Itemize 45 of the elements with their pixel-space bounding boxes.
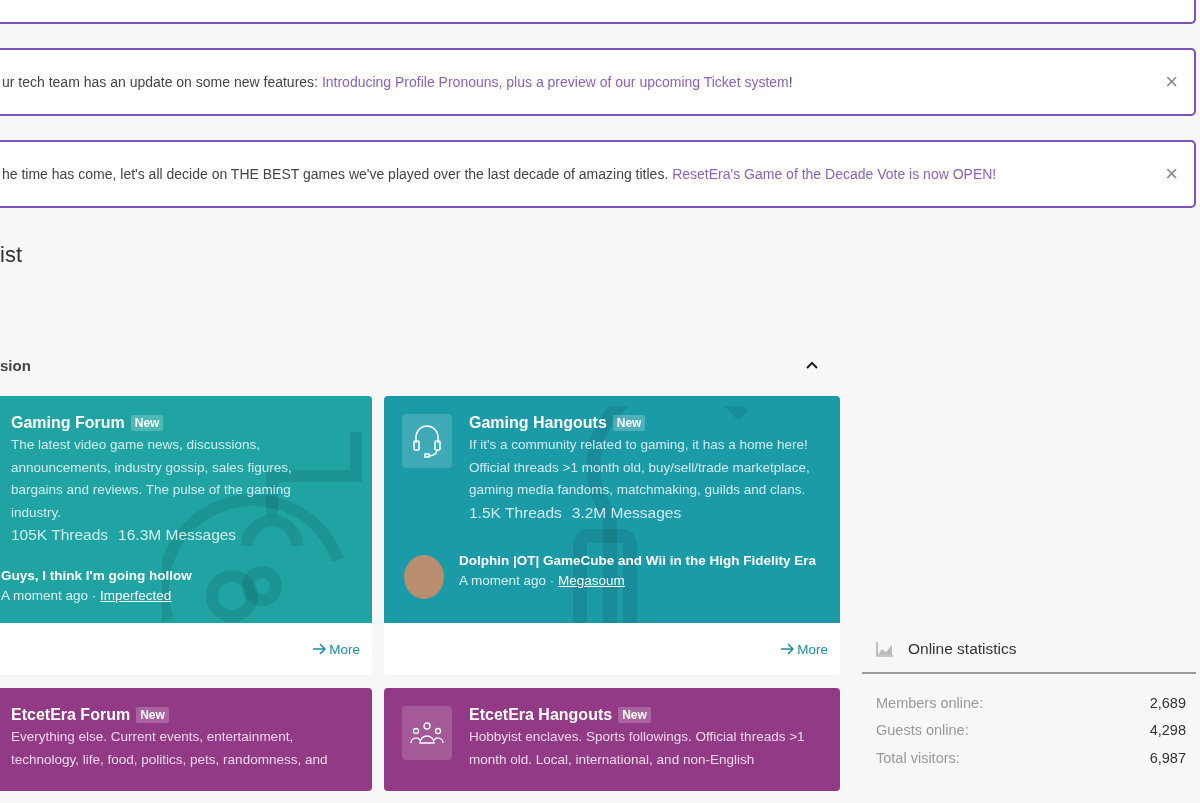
post-time: A moment ago · (1, 588, 97, 603)
widget-title: Online statistics (908, 640, 1017, 658)
people-icon (410, 721, 444, 745)
thread-count: 1.5K Threads (469, 503, 562, 522)
stat-value: 2,689 (1149, 694, 1186, 711)
page-title: ist (0, 242, 23, 268)
notice-text: he time has come, let's all decide on THE BEST games we've played over the last decade of amazing titles. ResetEra's Game of the Decade Vote is now OPEN! (2, 166, 998, 182)
more-link[interactable]: More (312, 641, 360, 657)
section-title: sion (0, 356, 31, 374)
arrow-icon (780, 643, 795, 655)
new-badge: New (618, 707, 651, 723)
forum-description: Hobbyist enclaves. Sports followings. Official threads >1 month old. Local, international, and non-English (469, 728, 806, 769)
arrow-icon (312, 643, 327, 655)
stat-value: 6,987 (1149, 749, 1186, 766)
new-badge: New (136, 707, 169, 723)
post-time: A moment ago · (459, 573, 555, 589)
forum-description: The latest video game news, discussions, announcements, industry gossip, sales figures, bargains and reviews. The pulse of the gaming industry. (11, 436, 293, 522)
latest-thread-link[interactable]: Guys, I think I'm going hollow (1, 568, 192, 583)
author-link[interactable]: Imperfected (100, 588, 172, 603)
notice-link[interactable]: ResetEra's Game of the Decade Vote is now OPEN! (672, 166, 997, 182)
stat-value: 4,298 (1149, 722, 1186, 739)
forum-title-link[interactable]: EtcetEra Forum (11, 706, 131, 724)
more-link[interactable]: More (780, 641, 828, 657)
forum-description: Everything else. Current events, entertainment, technology, life, food, politics, pets, randomness, and (11, 728, 329, 769)
forum-description: If it's a community related to gaming, it has a home here! Official threads >1 month old, buy/sell/trade marketplace, gaming media fandoms, matchmaking, guilds and clans. (469, 436, 811, 499)
notice-link[interactable]: Introducing Profile Pronouns, plus a preview of our upcoming Ticket system (321, 74, 789, 90)
close-button[interactable]: × (1165, 161, 1178, 187)
new-badge: New (130, 415, 164, 431)
avatar (404, 555, 444, 600)
forum-title-link[interactable]: EtcetEra Hangouts (469, 706, 613, 724)
new-badge: New (612, 415, 646, 431)
forum-title-link[interactable]: Gaming Forum (11, 414, 125, 432)
stat-label: Total visitors: (876, 749, 960, 766)
chart-icon (876, 641, 894, 657)
stat-label: Guests online: (876, 722, 969, 739)
notice-text: ur tech team has an update on some new features: Introducing Profile Pronouns, plus a preview of our upcoming Ticket system! (2, 74, 794, 90)
stat-label: Members online: (876, 694, 984, 711)
forum-title-link[interactable]: Gaming Hangouts (469, 414, 607, 432)
thread-count: 105K Threads (11, 526, 109, 544)
message-count: 3.2M Messages (571, 503, 682, 522)
headset-icon (411, 423, 443, 459)
latest-thread-link[interactable]: Dolphin |OT| GameCube and Wii in the High Fidelity Era (459, 553, 816, 569)
author-link[interactable]: Megasoum (558, 573, 625, 589)
close-button[interactable]: × (1165, 69, 1178, 95)
message-count: 16.3M Messages (118, 526, 237, 544)
